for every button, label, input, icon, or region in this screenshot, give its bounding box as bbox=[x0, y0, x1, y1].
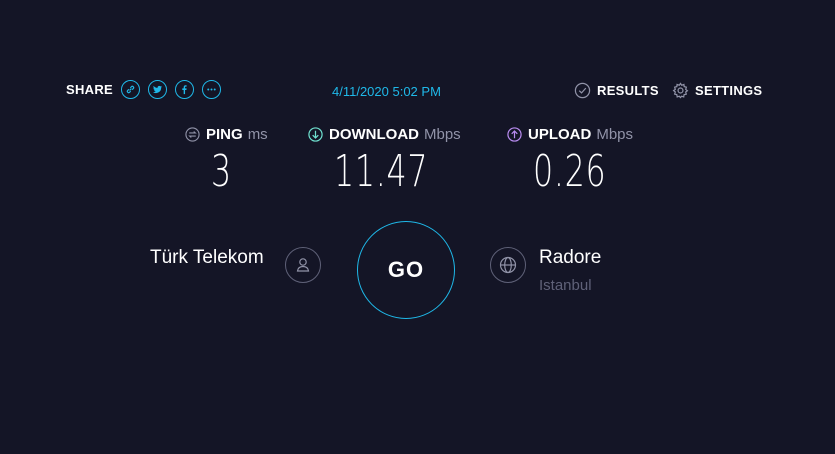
download-metric: DOWNLOAD Mbps bbox=[308, 126, 461, 143]
settings-label: SETTINGS bbox=[695, 83, 763, 98]
server-name[interactable]: Radore bbox=[539, 247, 601, 269]
ping-value: 3 bbox=[211, 146, 232, 197]
twitter-icon[interactable] bbox=[148, 80, 168, 99]
more-icon[interactable] bbox=[202, 80, 222, 99]
results-label: RESULTS bbox=[597, 83, 659, 98]
share-bar: SHARE bbox=[66, 80, 229, 99]
ping-label: PING bbox=[206, 126, 243, 143]
upload-label: UPLOAD bbox=[528, 126, 592, 143]
download-value: 11.47 bbox=[334, 146, 429, 197]
gear-icon bbox=[672, 82, 689, 99]
download-label: DOWNLOAD bbox=[329, 126, 419, 143]
check-circle-icon bbox=[574, 82, 591, 99]
download-unit: Mbps bbox=[424, 126, 461, 143]
ping-icon bbox=[185, 127, 200, 142]
ping-metric: PING ms bbox=[185, 126, 268, 143]
facebook-icon[interactable] bbox=[175, 80, 195, 99]
upload-metric: UPLOAD Mbps bbox=[507, 126, 633, 143]
link-icon[interactable] bbox=[121, 80, 141, 99]
ping-unit: ms bbox=[247, 126, 268, 143]
isp-name: Türk Telekom bbox=[150, 247, 264, 268]
share-label: SHARE bbox=[66, 82, 114, 97]
globe-icon[interactable] bbox=[490, 247, 526, 283]
settings-button[interactable]: SETTINGS bbox=[672, 82, 762, 99]
go-button[interactable]: GO bbox=[357, 221, 455, 319]
download-arrow-icon bbox=[308, 127, 323, 142]
server-location: Istanbul bbox=[539, 277, 592, 294]
user-icon[interactable] bbox=[285, 247, 321, 283]
upload-unit: Mbps bbox=[596, 126, 634, 143]
results-button[interactable]: RESULTS bbox=[574, 82, 659, 99]
upload-arrow-icon bbox=[507, 127, 522, 142]
test-datetime: 4/11/2020 5:02 PM bbox=[332, 84, 441, 99]
upload-value: 0.26 bbox=[533, 146, 607, 197]
